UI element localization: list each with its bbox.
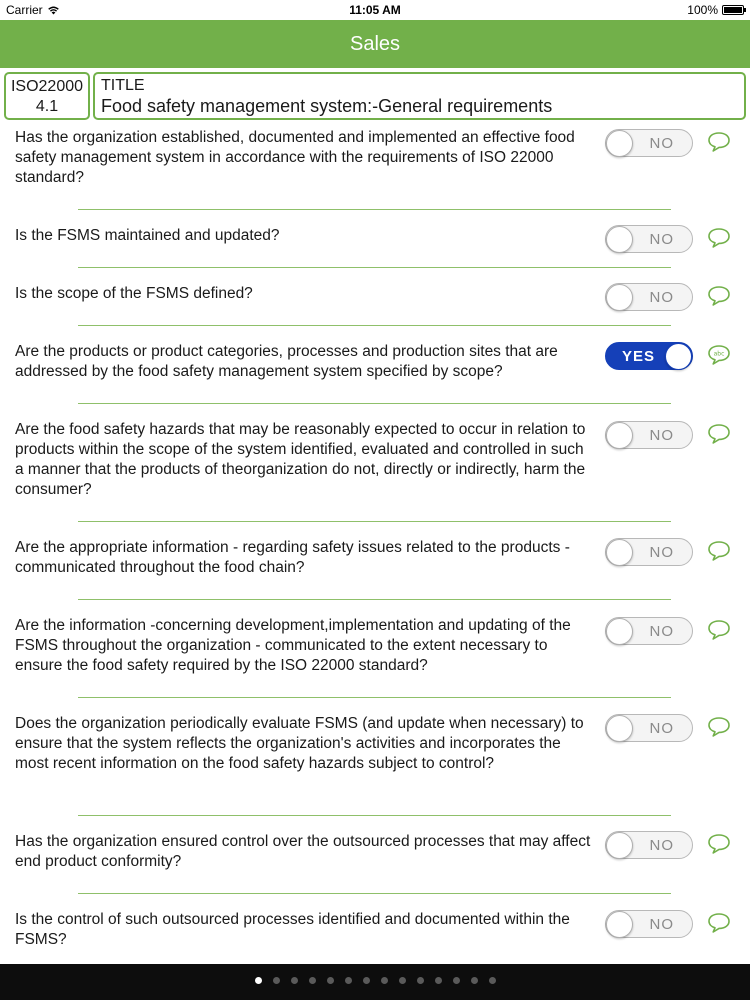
svg-text:abc: abc	[714, 351, 725, 358]
row-divider	[78, 325, 671, 326]
comment-icon[interactable]	[707, 540, 731, 562]
navigation-bar: Sales	[0, 20, 750, 68]
battery-percentage: 100%	[687, 3, 718, 17]
page-dot[interactable]	[254, 977, 262, 984]
question-list[interactable]: Has the organization established, docume…	[0, 120, 750, 964]
row-divider	[78, 267, 671, 268]
toggle-label: NO	[649, 135, 674, 152]
toggle-knob	[665, 343, 692, 370]
comment-icon[interactable]	[707, 131, 731, 153]
status-bar: Carrier 11:05 AM 100%	[0, 0, 750, 20]
comment-icon[interactable]	[707, 912, 731, 934]
question-text: Are the information -concerning developm…	[15, 617, 571, 674]
toggle-label: NO	[649, 837, 674, 854]
answer-toggle[interactable]: NO	[605, 617, 693, 645]
page-dot[interactable]	[362, 977, 370, 984]
clock: 11:05 AM	[349, 3, 401, 17]
row-divider	[78, 403, 671, 404]
page-dot[interactable]	[488, 977, 496, 984]
question-text: Are the food safety hazards that may be …	[15, 421, 586, 498]
answer-toggle[interactable]: NO	[605, 910, 693, 938]
page-control-bar	[0, 964, 750, 1000]
toggle-knob	[606, 618, 633, 645]
nav-title: Sales	[349, 33, 401, 55]
toggle-label: NO	[649, 289, 674, 306]
title-label: TITLE	[101, 77, 145, 94]
toggle-knob	[606, 539, 633, 566]
question-text: Has the organization established, docume…	[15, 129, 575, 186]
toggle-knob	[606, 226, 633, 253]
question-text: Are the appropriate information - regard…	[15, 539, 570, 576]
toggle-knob	[606, 422, 633, 449]
toggle-label: NO	[649, 916, 674, 933]
toggle-label: NO	[649, 623, 674, 640]
question-text: Is the control of such outsourced proces…	[15, 911, 570, 948]
question-text: Is the scope of the FSMS defined?	[15, 285, 253, 302]
page-indicator[interactable]	[0, 977, 750, 984]
answer-toggle[interactable]: NO	[605, 538, 693, 566]
question-text: Has the organization ensured control ove…	[15, 833, 591, 870]
row-divider	[78, 521, 671, 522]
clause-header: ISO22000 4.1 TITLE Food safety managemen…	[4, 72, 746, 120]
page-dot[interactable]	[326, 977, 334, 984]
clause-title: Food safety management system:-General r…	[101, 96, 553, 116]
answer-toggle[interactable]: NO	[605, 831, 693, 859]
standard-code: ISO22000	[10, 78, 84, 95]
row-divider	[78, 893, 671, 894]
clause-title-box: TITLE Food safety management system:-Gen…	[93, 72, 746, 120]
page-dot[interactable]	[434, 977, 442, 984]
row-divider	[78, 697, 671, 698]
answer-toggle[interactable]: YES	[605, 342, 693, 370]
toggle-label: NO	[649, 427, 674, 444]
page-dot[interactable]	[398, 977, 406, 984]
page-dot[interactable]	[416, 977, 424, 984]
answer-toggle[interactable]: NO	[605, 225, 693, 253]
row-divider	[78, 815, 671, 816]
answer-toggle[interactable]: NO	[605, 714, 693, 742]
comment-icon[interactable]	[707, 716, 731, 738]
battery-indicator: 100%	[687, 3, 746, 17]
toggle-knob	[606, 715, 633, 742]
comment-icon[interactable]	[707, 423, 731, 445]
answer-toggle[interactable]: NO	[605, 421, 693, 449]
toggle-label: YES	[622, 348, 656, 365]
toggle-knob	[606, 911, 633, 938]
toggle-label: NO	[649, 720, 674, 737]
toggle-knob	[606, 832, 633, 859]
row-divider	[78, 599, 671, 600]
row-divider	[78, 209, 671, 210]
page-dot[interactable]	[344, 977, 352, 984]
comment-icon[interactable]	[707, 227, 731, 249]
clause-number: 4.1	[35, 98, 59, 115]
question-text: Are the products or product categories, …	[15, 343, 558, 380]
comment-icon[interactable]	[707, 619, 731, 641]
toggle-label: NO	[649, 231, 674, 248]
answer-toggle[interactable]: NO	[605, 283, 693, 311]
page-dot[interactable]	[470, 977, 478, 984]
page-dot[interactable]	[290, 977, 298, 984]
comment-icon[interactable]	[707, 285, 731, 307]
comment-filled-icon[interactable]: abc	[707, 344, 731, 366]
toggle-label: NO	[649, 544, 674, 561]
page-dot[interactable]	[380, 977, 388, 984]
page-dot[interactable]	[272, 977, 280, 984]
page-dot[interactable]	[452, 977, 460, 984]
toggle-knob	[606, 284, 633, 311]
question-text: Does the organization periodically evalu…	[15, 715, 584, 772]
clause-code-box: ISO22000 4.1	[4, 72, 90, 120]
page-dot[interactable]	[308, 977, 316, 984]
toggle-knob	[606, 130, 633, 157]
question-text: Is the FSMS maintained and updated?	[15, 227, 280, 244]
battery-icon	[722, 5, 746, 15]
comment-icon[interactable]	[707, 833, 731, 855]
answer-toggle[interactable]: NO	[605, 129, 693, 157]
